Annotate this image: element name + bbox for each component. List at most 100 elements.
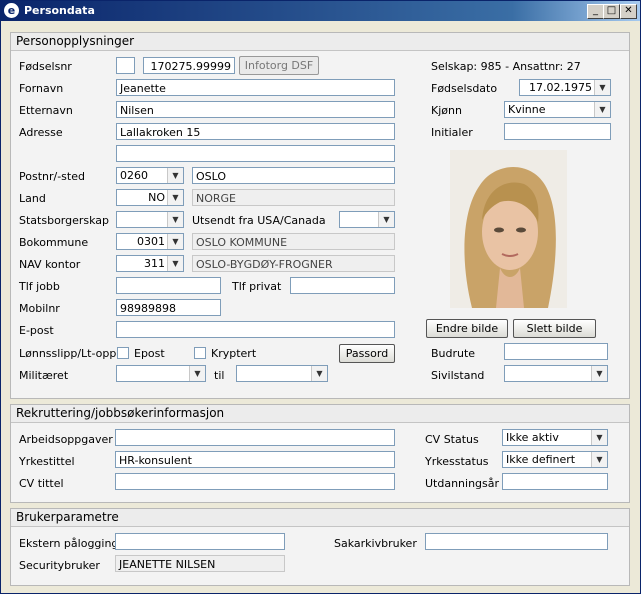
title-bar[interactable]: e Persondata _ □ ✕ [1,1,640,21]
yrkestittel-label: Yrkestittel [19,455,75,468]
fodselsnr-field[interactable]: 170275.99999 [143,57,235,74]
yrkesstatus-label: Yrkesstatus [425,455,489,468]
close-button[interactable]: ✕ [620,4,637,19]
sivilstand-label: Sivilstand [431,369,485,382]
kryptert-checkbox[interactable] [194,347,206,359]
poststed-field[interactable]: OSLO [192,167,395,184]
sakarkivbruker-label: Sakarkivbruker [334,537,417,550]
infotorg-dsf-button[interactable]: Infotorg DSF [239,56,319,75]
fodselsnr-prefix-field[interactable] [116,57,135,74]
passord-button[interactable]: Passord [339,344,395,363]
fodselsdato-label: Fødselsdato [431,82,498,95]
adresse-field[interactable]: Lallakroken 15 [116,123,395,140]
securitybruker-label: Securitybruker [19,559,100,572]
budrute-field[interactable] [504,343,608,360]
sivilstand-select[interactable]: ▼ [504,365,608,382]
slett-bilde-button[interactable]: Slett bilde [513,319,596,338]
bokommune-label: Bokommune [19,236,89,249]
section-title: Rekruttering/jobbsøkerinformasjon [11,405,629,423]
chevron-down-icon[interactable]: ▼ [189,366,205,381]
postnr-label: Postnr/-sted [19,170,85,183]
chevron-down-icon[interactable]: ▼ [591,430,607,445]
epost-field[interactable] [116,321,395,338]
sakarkivbruker-field[interactable] [425,533,608,550]
postnr-select[interactable]: 0260 ▼ [116,167,184,184]
securitybruker-field: JEANETTE NILSEN [115,555,285,572]
yrkestittel-field[interactable]: HR-konsulent [115,451,395,468]
adresse2-field[interactable] [116,145,395,162]
navkontor-label: NAV kontor [19,258,81,271]
ekstern-palogging-field[interactable] [115,533,285,550]
yrkesstatus-select[interactable]: Ikke definert ▼ [502,451,608,468]
tlfjobb-field[interactable] [116,277,221,294]
navkontor-name-field: OSLO-BYGDØY-FROGNER [192,255,395,272]
budrute-label: Budrute [431,347,476,360]
tlfprivat-label: Tlf privat [232,280,282,293]
section-title: Personopplysninger [11,33,629,51]
epost-checkbox[interactable] [117,347,129,359]
mobilnr-field[interactable]: 98989898 [116,299,221,316]
cvtittel-label: CV tittel [19,477,64,490]
fornavn-label: Fornavn [19,82,64,95]
land-name-field: NORGE [192,189,395,206]
militaeret-to-select[interactable]: ▼ [236,365,328,382]
profile-photo [450,150,567,308]
navkontor-select[interactable]: 311 ▼ [116,255,184,272]
statsborgerskap-select[interactable]: ▼ [116,211,184,228]
tlfjobb-label: Tlf jobb [19,280,60,293]
chevron-down-icon[interactable]: ▼ [311,366,327,381]
fornavn-field[interactable]: Jeanette [116,79,395,96]
epost-label: E-post [19,324,54,337]
mobilnr-label: Mobilnr [19,302,60,315]
epost-checkbox-label: Epost [134,347,165,360]
section-title: Brukerparametre [11,509,629,527]
chevron-down-icon[interactable]: ▼ [167,168,183,183]
bokommune-select[interactable]: 0301 ▼ [116,233,184,250]
land-select[interactable]: NO ▼ [116,189,184,206]
chevron-down-icon[interactable]: ▼ [591,452,607,467]
land-label: Land [19,192,46,205]
portrait-image [450,150,567,308]
window-title: Persondata [24,4,95,17]
tlfprivat-field[interactable] [290,277,395,294]
minimize-button[interactable]: _ [587,4,604,19]
bokommune-name-field: OSLO KOMMUNE [192,233,395,250]
statsborgerskap-label: Statsborgerskap [19,214,110,227]
app-logo-icon: e [4,3,19,18]
militaeret-label: Militæret [19,369,69,382]
fodselsnr-label: Fødselsnr [19,60,72,73]
kryptert-checkbox-label: Kryptert [211,347,257,360]
til-label: til [214,369,225,382]
initialer-field[interactable] [504,123,611,140]
chevron-down-icon[interactable]: ▼ [167,212,183,227]
ekstern-palogging-label: Ekstern pålogging [19,537,119,550]
cvstatus-select[interactable]: Ikke aktiv ▼ [502,429,608,446]
chevron-down-icon[interactable]: ▼ [591,366,607,381]
chevron-down-icon[interactable]: ▼ [167,256,183,271]
utsendt-label: Utsendt fra USA/Canada [192,214,326,227]
militaeret-from-select[interactable]: ▼ [116,365,206,382]
kjonn-label: Kjønn [431,104,462,117]
endre-bilde-button[interactable]: Endre bilde [426,319,508,338]
etternavn-field[interactable]: Nilsen [116,101,395,118]
utdanningsar-label: Utdanningsår [425,477,500,490]
adresse-label: Adresse [19,126,63,139]
etternavn-label: Etternavn [19,104,73,117]
cvtittel-field[interactable] [115,473,395,490]
selskap-ansattnr-text: Selskap: 985 - Ansattnr: 27 [431,60,581,73]
chevron-down-icon[interactable]: ▼ [378,212,394,227]
persondata-window: e Persondata _ □ ✕ Personopplysninger Re… [0,0,641,594]
fodselsdato-select[interactable]: 17.02.1975 ▼ [519,79,611,96]
cvstatus-label: CV Status [425,433,479,446]
utdanningsar-field[interactable] [502,473,608,490]
chevron-down-icon[interactable]: ▼ [594,80,610,95]
utsendt-select[interactable]: ▼ [339,211,395,228]
chevron-down-icon[interactable]: ▼ [167,234,183,249]
kjonn-select[interactable]: Kvinne ▼ [504,101,611,118]
initialer-label: Initialer [431,126,473,139]
arbeidsoppgaver-field[interactable] [115,429,395,446]
chevron-down-icon[interactable]: ▼ [167,190,183,205]
chevron-down-icon[interactable]: ▼ [594,102,610,117]
maximize-button[interactable]: □ [603,4,620,19]
arbeidsoppgaver-label: Arbeidsoppgaver [19,433,113,446]
